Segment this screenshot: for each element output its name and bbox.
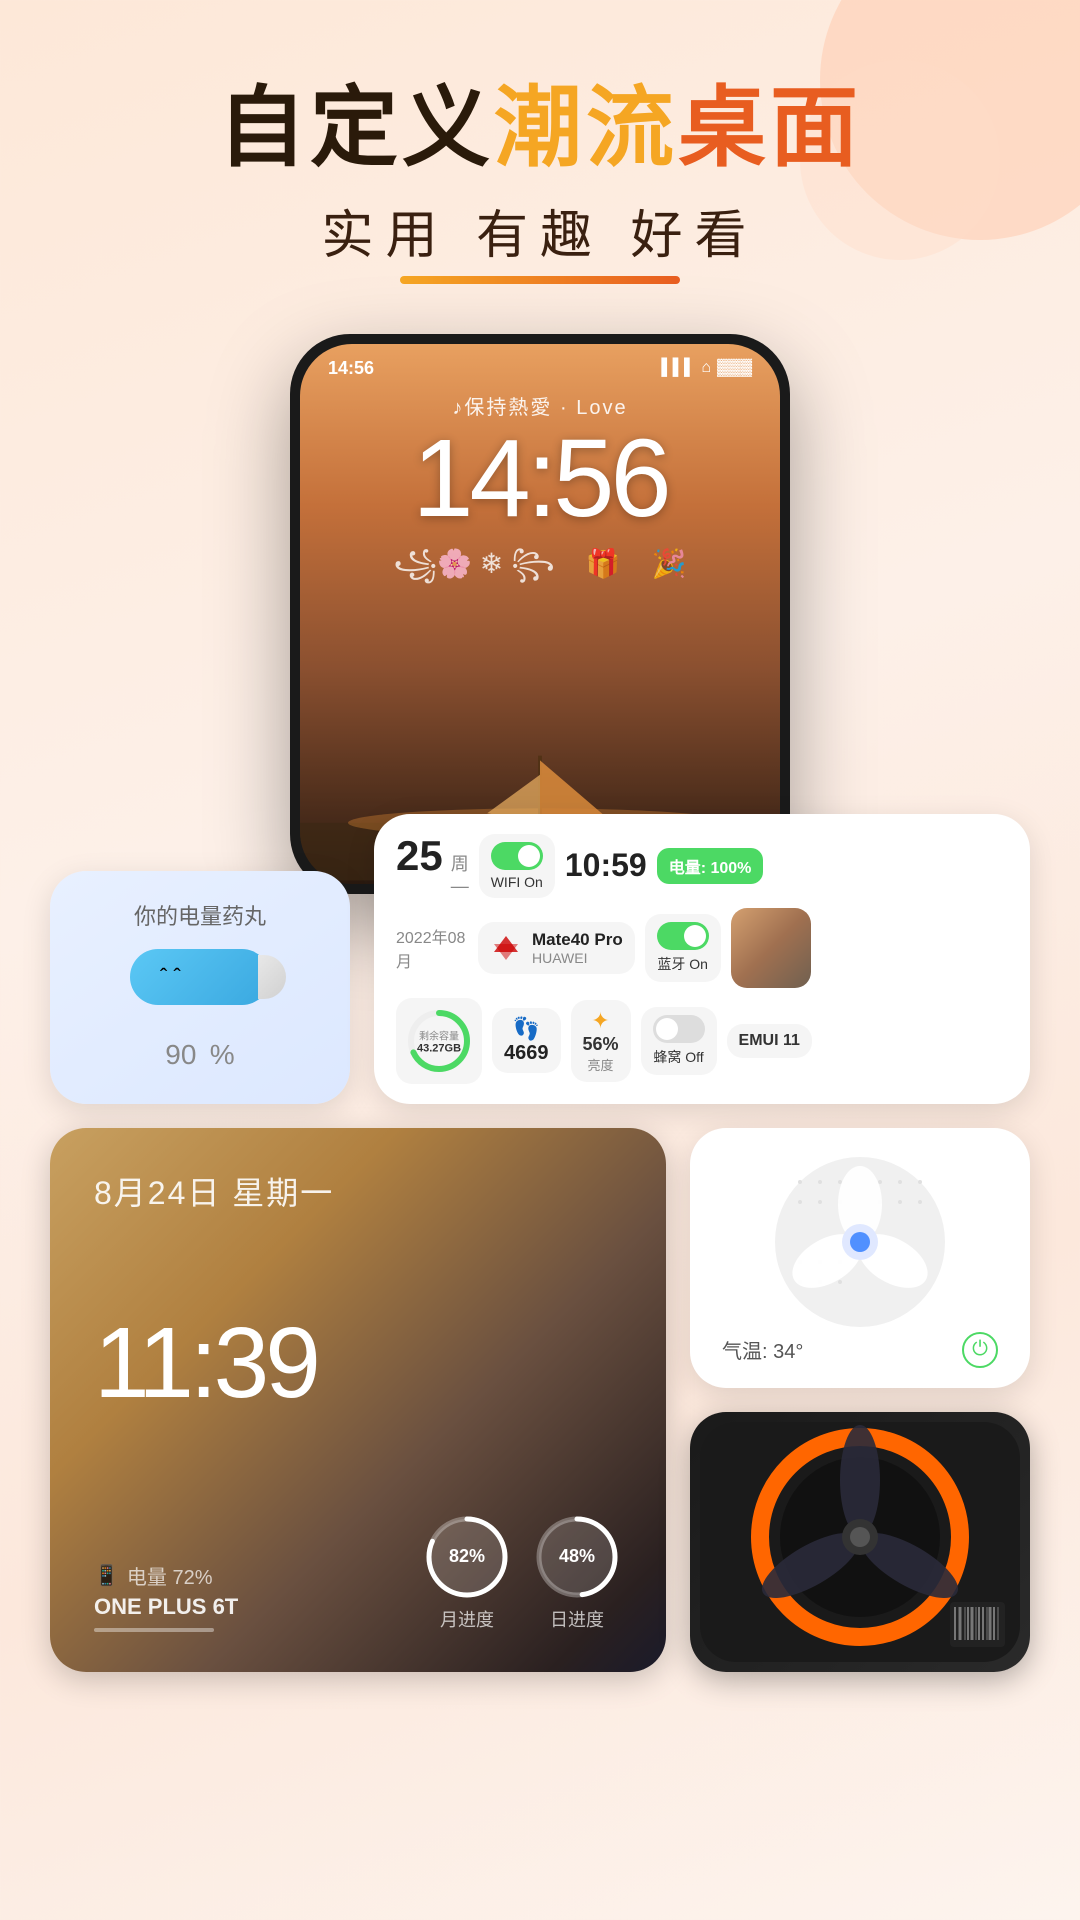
phone-section: 14:56 ▌▌▌ ⌂ ▓▓▓ ♪保持熱愛 · Love 14:56 ꧁🌸 ❄ … xyxy=(0,334,1080,894)
emui-block: EMUI 11 xyxy=(727,1024,812,1058)
status-icons: ▌▌▌ ⌂ ▓▓▓ xyxy=(661,359,752,377)
brightness-label: 亮度 xyxy=(588,1055,614,1074)
fan-widget-white: 气温: 34° ⏻ xyxy=(690,1128,1030,1388)
phone-big-time: 14:56 xyxy=(300,424,780,534)
progress-circle-day: 48% 日进度 xyxy=(532,1512,622,1632)
storage-val: 43.27GB xyxy=(417,1042,461,1054)
info-row3: 剩余容量 43.27GB 👣 4669 ✦ 56% 亮度 xyxy=(396,998,1008,1084)
brightness-val: 56% xyxy=(583,1034,619,1055)
info-date-block: 25 周— xyxy=(396,835,469,897)
pill-cap xyxy=(258,955,286,999)
pill-percent: 90 % xyxy=(82,1021,318,1076)
love-text: ♪保持熱愛 · Love xyxy=(300,391,780,420)
hive-block[interactable]: 蜂窝 Off xyxy=(641,1007,717,1075)
clock-time: 11:39 xyxy=(94,1313,622,1413)
wifi-label: WIFI On xyxy=(491,874,543,890)
clock-device-block: 📱 电量 72% ONE PLUS 6T xyxy=(94,1561,238,1632)
hive-label: 蜂窝 Off xyxy=(653,1047,703,1067)
wifi-icon: ⌂ xyxy=(701,359,711,377)
main-title: 自定义潮流桌面 xyxy=(0,80,1080,177)
fan-temp-text: 气温: 34° xyxy=(722,1335,803,1364)
svg-text:48%: 48% xyxy=(559,1546,595,1566)
hive-toggle-track xyxy=(653,1015,705,1043)
info-date-week: 周— xyxy=(451,850,469,897)
info-widget: 25 周— WIFI On 10:59 电量: 100% xyxy=(374,814,1030,1104)
device-brand: HUAWEI xyxy=(532,950,623,966)
underline-decoration xyxy=(400,276,680,284)
header: 自定义潮流桌面 实用 有趣 好看 xyxy=(0,0,1080,284)
storage-label: 剩余容量 xyxy=(417,1027,461,1042)
widgets-area: 你的电量药丸 ˆ ˆ 90 % 25 周— xyxy=(50,814,1030,1672)
clock-date: 8月24日 星期一 xyxy=(94,1168,622,1214)
phone-status-bar: 14:56 ▌▌▌ ⌂ ▓▓▓ xyxy=(300,344,780,379)
pill-face: ˆ ˆ xyxy=(160,964,181,990)
bt-track xyxy=(657,922,709,950)
phone-time: 14:56 xyxy=(328,358,374,379)
wifi-toggle-track xyxy=(491,842,543,870)
fan-temp-bar: 气温: 34° ⏻ xyxy=(714,1332,1006,1368)
progress-day-label: 日进度 xyxy=(550,1606,604,1632)
bt-toggle[interactable]: 蓝牙 On xyxy=(645,914,721,982)
steps-block: 👣 4669 xyxy=(492,1008,561,1073)
clock-battery: 电量 72% xyxy=(127,1561,213,1590)
steps-val: 4669 xyxy=(504,1042,549,1065)
battery-bar-visual xyxy=(94,1628,214,1632)
storage-block: 剩余容量 43.27GB xyxy=(396,998,482,1084)
widgets-row1: 你的电量药丸 ˆ ˆ 90 % 25 周— xyxy=(50,814,1030,1104)
fan-column: 气温: 34° ⏻ xyxy=(690,1128,1030,1672)
clock-bottom: 📱 电量 72% ONE PLUS 6T 82% 月进度 xyxy=(94,1512,622,1632)
signal-icon: ▌▌▌ xyxy=(661,359,695,377)
battery-bar-block: 电量: 100% xyxy=(657,848,764,884)
date-year: 2022年08月 xyxy=(396,924,468,972)
pill-widget: 你的电量药丸 ˆ ˆ 90 % xyxy=(50,871,350,1104)
title-part2: 潮流 xyxy=(494,78,678,177)
fan-widget-dark xyxy=(690,1412,1030,1672)
storage-circle: 剩余容量 43.27GB xyxy=(404,1006,474,1076)
clock-progress-area: 82% 月进度 48% 日进度 xyxy=(422,1512,622,1632)
info-widget-inner: 25 周— WIFI On 10:59 电量: 100% xyxy=(396,834,1008,1084)
huawei-block: Mate40 Pro HUAWEI xyxy=(478,922,635,974)
phone-screen: 14:56 ▌▌▌ ⌂ ▓▓▓ ♪保持熱愛 · Love 14:56 ꧁🌸 ❄ … xyxy=(300,344,780,884)
storage-text-inner: 剩余容量 43.27GB xyxy=(417,1027,461,1054)
phone-thumb-img xyxy=(731,908,811,988)
emui-label: EMUI 11 xyxy=(739,1032,800,1050)
pill-unit: % xyxy=(210,1039,235,1070)
subtitle: 实用 有趣 好看 xyxy=(0,193,1080,268)
svg-text:82%: 82% xyxy=(449,1546,485,1566)
title-part3: 桌面 xyxy=(678,78,862,177)
brightness-block: ✦ 56% 亮度 xyxy=(571,1000,631,1082)
clock-device: ONE PLUS 6T xyxy=(94,1594,238,1620)
battery-bar-text: 电量: 100% xyxy=(669,854,752,878)
info-row1: 25 周— WIFI On 10:59 电量: 100% xyxy=(396,834,1008,898)
widgets-row2: 8月24日 星期一 11:39 📱 电量 72% ONE PLUS 6T xyxy=(50,1128,1030,1672)
info-time-block: 10:59 xyxy=(565,847,647,884)
info-date-num: 25 xyxy=(396,835,443,877)
battery-icon: ▓▓▓ xyxy=(717,359,752,377)
info-time: 10:59 xyxy=(565,847,647,884)
brightness-icon: ✦ xyxy=(591,1008,609,1034)
phone-thumb xyxy=(731,908,811,988)
huawei-text-block: Mate40 Pro HUAWEI xyxy=(532,930,623,966)
fan-power-btn[interactable]: ⏻ xyxy=(962,1332,998,1368)
phone-mockup: 14:56 ▌▌▌ ⌂ ▓▓▓ ♪保持熱愛 · Love 14:56 ꧁🌸 ❄ … xyxy=(290,334,790,894)
fan-dark-inner xyxy=(690,1412,1030,1672)
phone-decoration: ꧁🌸 ❄ ꧂ 🎁 🎉 xyxy=(300,542,780,599)
fan-blades-white xyxy=(770,1152,950,1332)
device-model: Mate40 Pro xyxy=(532,930,623,950)
progress-circle-month: 82% 月进度 xyxy=(422,1512,512,1632)
wifi-toggle[interactable]: WIFI On xyxy=(479,834,555,898)
info-row2: 2022年08月 Mate40 Pro HUAWEI xyxy=(396,908,1008,988)
progress-month-label: 月进度 xyxy=(440,1606,494,1632)
pill-title: 你的电量药丸 xyxy=(82,899,318,931)
huawei-logo xyxy=(490,932,522,964)
pill-capsule: ˆ ˆ xyxy=(82,949,318,1005)
title-part1: 自定义 xyxy=(218,78,494,177)
pill-body: ˆ ˆ xyxy=(130,949,270,1005)
steps-icon: 👣 xyxy=(513,1016,540,1042)
battery-device-icon: 📱 xyxy=(94,1563,119,1588)
bt-label: 蓝牙 On xyxy=(657,954,708,974)
clock-widget: 8月24日 星期一 11:39 📱 电量 72% ONE PLUS 6T xyxy=(50,1128,666,1672)
fan-power-icon: ⏻ xyxy=(972,1338,988,1361)
